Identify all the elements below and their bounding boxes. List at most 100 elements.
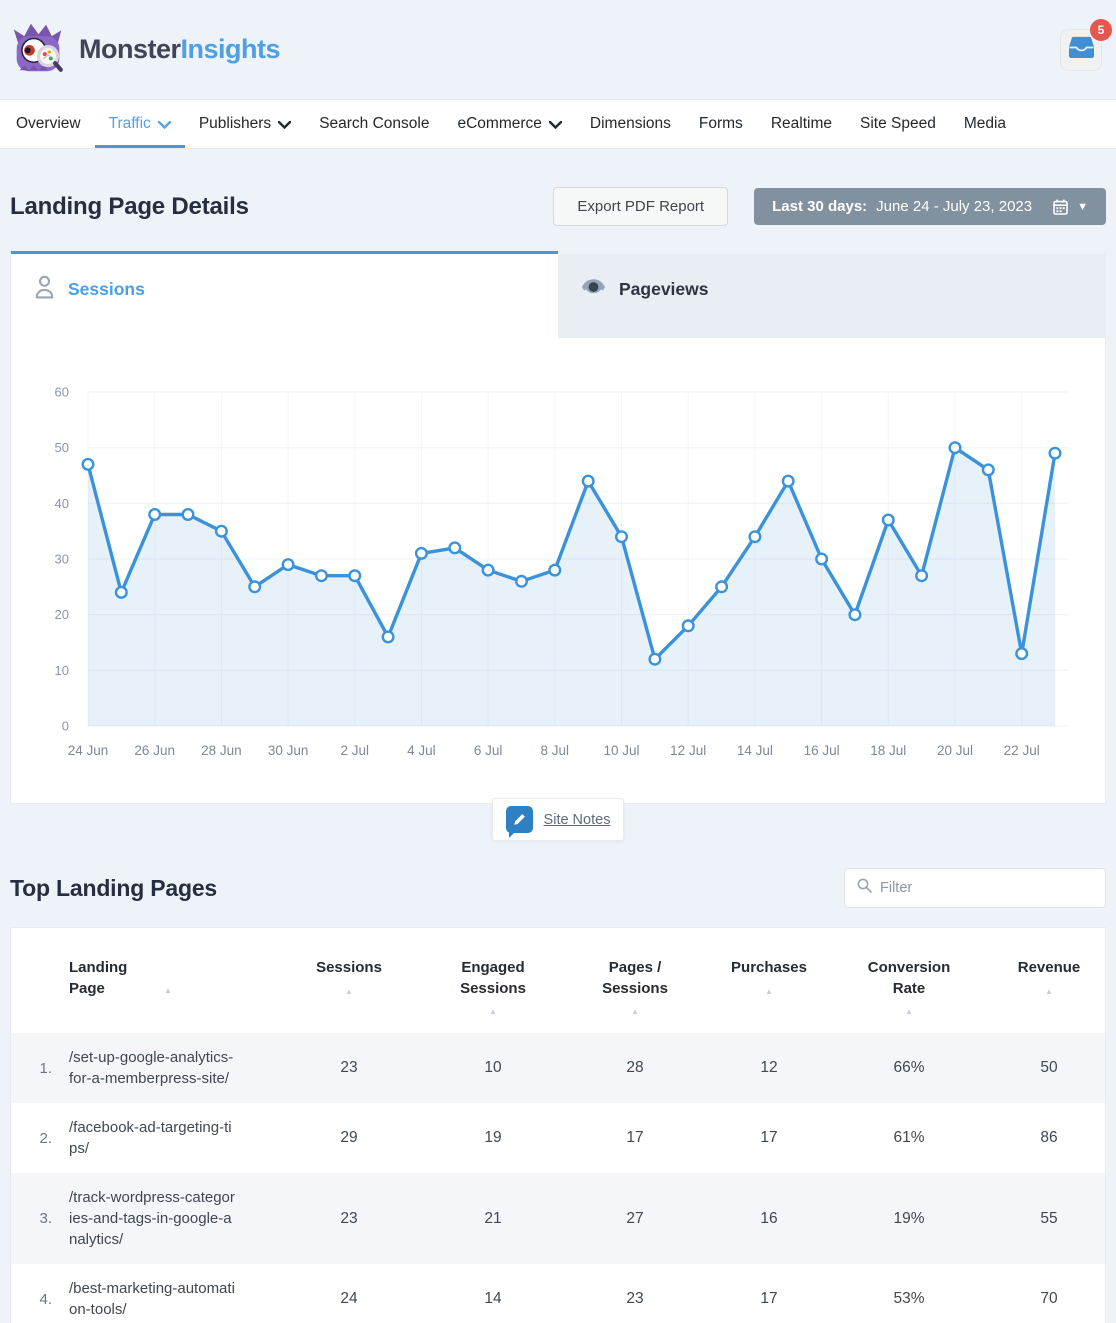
notification-count-badge: 5 [1090,19,1112,41]
note-pencil-icon [506,806,533,833]
svg-text:2 Jul: 2 Jul [341,743,370,758]
cell-purchases: 17 [713,1290,825,1308]
nav-item-forms[interactable]: Forms [685,100,757,148]
landing-page-link[interactable]: /track-wordpress-categories-and-tags-in-… [59,1187,269,1250]
cell-sessions: 24 [269,1290,429,1308]
search-icon [857,878,872,898]
person-icon [34,275,55,304]
svg-text:30 Jun: 30 Jun [268,743,309,758]
nav-item-site-speed[interactable]: Site Speed [846,100,950,148]
filter-input[interactable] [880,880,1093,896]
svg-text:20: 20 [55,607,69,622]
svg-text:14 Jul: 14 Jul [737,743,773,758]
sort-icon: ▲ [993,986,1105,997]
svg-text:12 Jul: 12 Jul [670,743,706,758]
table-row: 3. /track-wordpress-categories-and-tags-… [11,1173,1105,1264]
nav-item-dimensions[interactable]: Dimensions [576,100,685,148]
column-header-sessions[interactable]: Sessions▲ [269,958,429,1017]
row-rank: 3. [11,1210,59,1227]
cell-pages-sessions: 28 [557,1059,713,1077]
site-notes-link[interactable]: Site Notes [544,812,611,828]
tab-sessions[interactable]: Sessions [11,251,558,338]
cell-engaged-sessions: 19 [429,1129,557,1147]
svg-text:8 Jul: 8 Jul [541,743,570,758]
column-header-pages-sessions[interactable]: Pages / Sessions▲ [557,958,713,1017]
filter-box [844,868,1106,908]
column-header-landing-page[interactable]: Landing Page▲ [59,958,269,1017]
export-pdf-button[interactable]: Export PDF Report [553,187,728,226]
cell-revenue: 55 [993,1210,1105,1228]
cell-purchases: 16 [713,1210,825,1228]
cell-conversion-rate: 66% [825,1059,993,1077]
row-rank: 2. [11,1130,59,1147]
cell-pages-sessions: 27 [557,1210,713,1228]
line-chart-svg: 010203040506024 Jun26 Jun28 Jun30 Jun2 J… [11,340,1105,790]
cell-sessions: 23 [269,1210,429,1228]
sort-icon: ▲ [713,986,825,997]
cell-purchases: 17 [713,1129,825,1147]
table-row: 2. /facebook-ad-targeting-tips/ 29 19 17… [11,1103,1105,1173]
table-row: 1. /set-up-google-analytics-for-a-member… [11,1033,1105,1103]
row-rank: 4. [11,1291,59,1308]
tab-sessions-label: Sessions [68,279,145,300]
svg-text:6 Jul: 6 Jul [474,743,503,758]
logo-text: MonsterInsights [79,34,280,65]
date-range-label: Last 30 days: [772,198,867,215]
section-title: Top Landing Pages [10,875,844,902]
table-header-row: Landing Page▲ Sessions▲ Engaged Sessions… [11,928,1105,1033]
calendar-icon [1053,199,1068,215]
cell-conversion-rate: 19% [825,1210,993,1228]
caret-down-icon: ▼ [1077,201,1088,213]
nav-item-media[interactable]: Media [950,100,1020,148]
page-title: Landing Page Details [10,193,553,221]
cell-revenue: 50 [993,1059,1105,1077]
landing-page-link[interactable]: /set-up-google-analytics-for-a-memberpre… [59,1047,269,1089]
svg-text:22 Jul: 22 Jul [1004,743,1040,758]
main-nav: Overview Traffic Publishers Search Conso… [0,99,1116,149]
nav-item-publishers[interactable]: Publishers [185,100,305,148]
cell-conversion-rate: 53% [825,1290,993,1308]
eye-icon [581,278,606,301]
svg-text:40: 40 [55,496,69,511]
monster-mascot-icon [10,20,67,80]
column-header-conversion-rate[interactable]: Conversion Rate▲ [825,958,993,1017]
cell-sessions: 29 [269,1129,429,1147]
nav-item-realtime[interactable]: Realtime [757,100,846,148]
nav-item-search-console[interactable]: Search Console [305,100,443,148]
landing-page-link[interactable]: /best-marketing-automation-tools/ [59,1278,269,1320]
svg-text:4 Jul: 4 Jul [407,743,436,758]
svg-text:10: 10 [55,663,69,678]
app-window: MonsterInsights 5 Overview Traffic Publi… [0,0,1116,1323]
date-range-button[interactable]: Last 30 days: June 24 - July 23, 2023 ▼ [754,188,1106,225]
sort-icon: ▲ [429,1006,557,1017]
top-landing-pages-header: Top Landing Pages [10,868,1106,908]
site-notes-button[interactable]: Site Notes [492,798,625,841]
nav-item-overview[interactable]: Overview [2,100,95,148]
cell-pages-sessions: 17 [557,1129,713,1147]
page-header: Landing Page Details Export PDF Report L… [10,187,1106,226]
cell-engaged-sessions: 21 [429,1210,557,1228]
sort-icon: ▲ [164,986,172,995]
cell-conversion-rate: 61% [825,1129,993,1147]
svg-text:50: 50 [55,440,69,455]
cell-revenue: 70 [993,1290,1105,1308]
column-header-purchases[interactable]: Purchases▲ [713,958,825,1017]
svg-text:16 Jul: 16 Jul [804,743,840,758]
inbox-icon [1069,36,1094,63]
chevron-down-icon [278,121,291,129]
notifications-inbox-button[interactable]: 5 [1060,29,1102,71]
tab-pageviews[interactable]: Pageviews [558,251,1105,338]
cell-engaged-sessions: 10 [429,1059,557,1077]
table-row: 4. /best-marketing-automation-tools/ 24 … [11,1264,1105,1323]
chart-card: Sessions Pageviews 010203040506024 Jun26… [10,251,1106,804]
landing-page-link[interactable]: /facebook-ad-targeting-tips/ [59,1117,269,1159]
nav-item-ecommerce[interactable]: eCommerce [443,100,575,148]
rank-column-spacer [11,958,59,1017]
svg-text:10 Jul: 10 Jul [603,743,639,758]
column-header-engaged-sessions[interactable]: Engaged Sessions▲ [429,958,557,1017]
cell-sessions: 23 [269,1059,429,1077]
column-header-revenue[interactable]: Revenue▲ [993,958,1105,1017]
svg-text:20 Jul: 20 Jul [937,743,973,758]
cell-purchases: 12 [713,1059,825,1077]
nav-item-traffic[interactable]: Traffic [95,100,185,148]
